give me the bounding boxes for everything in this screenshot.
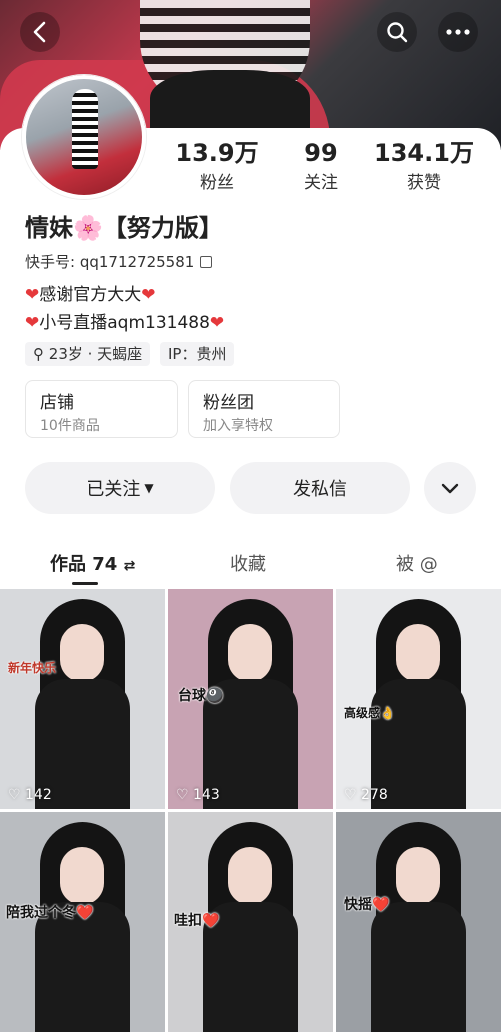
heart-icon: ❤ — [25, 285, 40, 305]
shop-box[interactable]: 店铺 10件商品 — [25, 380, 178, 438]
video-caption: 新年快乐 — [8, 661, 57, 675]
profile-name-suffix: 【努力版】 — [102, 214, 223, 242]
kuaishou-id-text: 快手号: qq1712725581 — [25, 253, 195, 271]
video-likes: ♡ 143 — [176, 787, 220, 803]
fan-club-sub: 加入享特权 — [203, 418, 273, 434]
bio-line-2-text: 小号直播aqm131488 — [39, 313, 210, 333]
tab-works-label: 作品 74 — [50, 554, 118, 575]
video-likes-count: 143 — [193, 787, 220, 803]
more-icon — [446, 29, 470, 35]
tile-figure-face — [228, 624, 272, 682]
stat-following-value: 99 — [304, 139, 338, 167]
shop-sub: 10件商品 — [40, 418, 100, 434]
video-caption: 高级感👌 — [344, 706, 395, 720]
flower-emoji: 🌸 — [73, 214, 103, 242]
fan-club-box[interactable]: 粉丝团 加入享特权 — [188, 380, 340, 438]
stat-likes-value: 134.1万 — [374, 139, 474, 167]
gender-icon: ⚲ — [33, 345, 44, 363]
tile-figure-face — [396, 624, 440, 682]
bio-line-1-text: 感谢官方大大 — [39, 285, 142, 305]
video-caption: 哇扣❤️ — [174, 913, 220, 929]
video-likes: ♡ 142 — [8, 787, 52, 803]
video-tile[interactable]: 快摇❤️ — [336, 812, 501, 1032]
tab-works[interactable]: 作品 74 ⇄ — [50, 550, 135, 576]
heart-icon: ❤ — [209, 313, 225, 333]
kuaishou-id[interactable]: 快手号: qq1712725581 — [25, 251, 213, 272]
heart-icon: ❤ — [25, 313, 40, 333]
video-tile[interactable]: 新年快乐 ♡ 142 — [0, 589, 165, 809]
video-caption: 快摇❤️ — [344, 897, 390, 913]
avatar-figure — [72, 89, 98, 169]
tab-collect-label: 收藏 — [230, 554, 266, 575]
stat-likes-label: 获赞 — [407, 173, 441, 193]
profile-name: 情妹🌸【努力版】 — [25, 208, 223, 243]
stat-fans-value: 13.9万 — [175, 139, 259, 167]
video-likes-count: 278 — [361, 787, 388, 803]
content-tabs: 作品 74 ⇄ 收藏 被 @ — [0, 540, 501, 586]
bio-line-2: ❤小号直播aqm131488❤ — [25, 308, 224, 333]
tab-mentions[interactable]: 被 @ — [396, 550, 438, 576]
video-likes: ♡ 278 — [344, 787, 388, 803]
search-icon — [387, 22, 408, 43]
stat-likes[interactable]: 134.1万 获赞 — [374, 138, 474, 193]
tag-age-text: 23岁 · 天蝎座 — [48, 345, 143, 363]
video-tile[interactable]: 陪我过个冬❤️ — [0, 812, 165, 1032]
stat-following[interactable]: 99 关注 — [271, 138, 371, 193]
tile-figure-face — [396, 847, 440, 905]
followed-label: 已关注 — [86, 479, 141, 500]
tile-figure-face — [228, 847, 272, 905]
video-tile[interactable]: 台球🎱 ♡ 143 — [168, 589, 333, 809]
video-caption: 陪我过个冬❤️ — [6, 905, 94, 921]
avatar[interactable] — [22, 75, 146, 199]
more-button[interactable] — [438, 12, 478, 52]
search-button[interactable] — [377, 12, 417, 52]
tile-figure-face — [60, 624, 104, 682]
stat-fans-label: 粉丝 — [200, 173, 234, 193]
video-likes-count: 142 — [25, 787, 52, 803]
chevron-down-icon — [441, 483, 459, 494]
back-button[interactable] — [20, 12, 60, 52]
tag-ip-text: IP：贵州 — [168, 345, 227, 363]
shop-title: 店铺 — [40, 393, 74, 413]
expand-button[interactable] — [424, 462, 476, 514]
tab-collect[interactable]: 收藏 — [230, 550, 266, 576]
chevron-left-icon — [33, 21, 46, 43]
stat-fans[interactable]: 13.9万 粉丝 — [167, 138, 267, 193]
fan-club-title: 粉丝团 — [203, 393, 254, 413]
profile-name-text: 情妹 — [25, 214, 73, 242]
tag-age: ⚲ 23岁 · 天蝎座 — [25, 342, 151, 366]
video-tile[interactable]: 高级感👌 ♡ 278 — [336, 589, 501, 809]
tab-mentions-label: 被 @ — [396, 554, 438, 575]
tile-figure-face — [60, 847, 104, 905]
heart-icon: ❤ — [141, 285, 156, 305]
caret-down-icon: ▼ — [144, 481, 154, 495]
message-label: 发私信 — [293, 479, 347, 500]
video-caption: 台球🎱 — [178, 688, 224, 704]
bio-line-1: ❤感谢官方大大❤ — [25, 280, 156, 305]
tab-underline — [72, 582, 98, 585]
video-tile[interactable]: 哇扣❤️ — [168, 812, 333, 1032]
sort-icon[interactable]: ⇄ — [124, 558, 136, 574]
followed-button[interactable]: 已关注 ▼ — [25, 462, 215, 514]
tag-ip: IP：贵州 — [160, 342, 235, 366]
copy-icon[interactable] — [200, 256, 213, 268]
tile-figure-body — [371, 902, 466, 1032]
stat-following-label: 关注 — [304, 173, 338, 193]
message-button[interactable]: 发私信 — [230, 462, 410, 514]
